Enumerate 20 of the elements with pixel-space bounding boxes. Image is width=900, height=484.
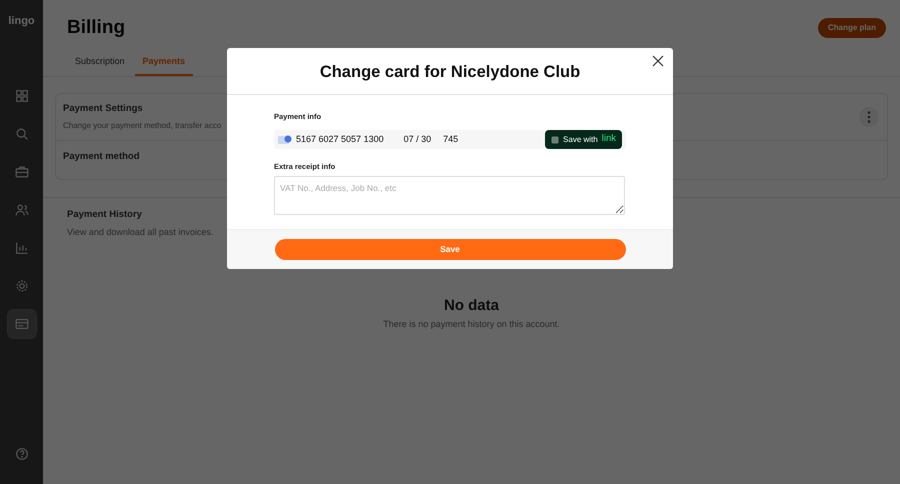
- tab[interactable]: Payments: [134, 50, 194, 76]
- square-icon: [551, 136, 560, 144]
- section-heading: Payment History: [67, 208, 143, 222]
- empty-state-title: No data: [442, 296, 500, 316]
- card-icon[interactable]: [8, 310, 36, 338]
- receipt-info-field[interactable]: VAT No., Address, Job No., etc: [274, 176, 625, 216]
- empty-state-text: There is no payment history on this account.: [382, 318, 561, 331]
- modal-title: Change card for Nicelydone Club: [320, 62, 580, 83]
- section-heading: Payment Settings: [63, 102, 144, 116]
- save-button[interactable]: Save: [274, 239, 626, 260]
- section-description: Change your payment method, transfer acco: [63, 120, 222, 132]
- change-plan-button[interactable]: Change plan: [818, 18, 886, 38]
- section-description: View and download all past invoices.: [67, 226, 214, 239]
- logo-text: lingo: [8, 14, 35, 29]
- card-icon: [278, 134, 292, 144]
- page-title: Billing: [67, 16, 126, 40]
- tab[interactable]: Subscription: [67, 50, 133, 76]
- card-input-field[interactable]: 5167 6027 5057 1300 07 / 30 745 Save with link: [274, 130, 626, 149]
- save-with-link-button[interactable]: Save with link: [545, 130, 622, 149]
- section-heading: Payment method: [63, 150, 141, 164]
